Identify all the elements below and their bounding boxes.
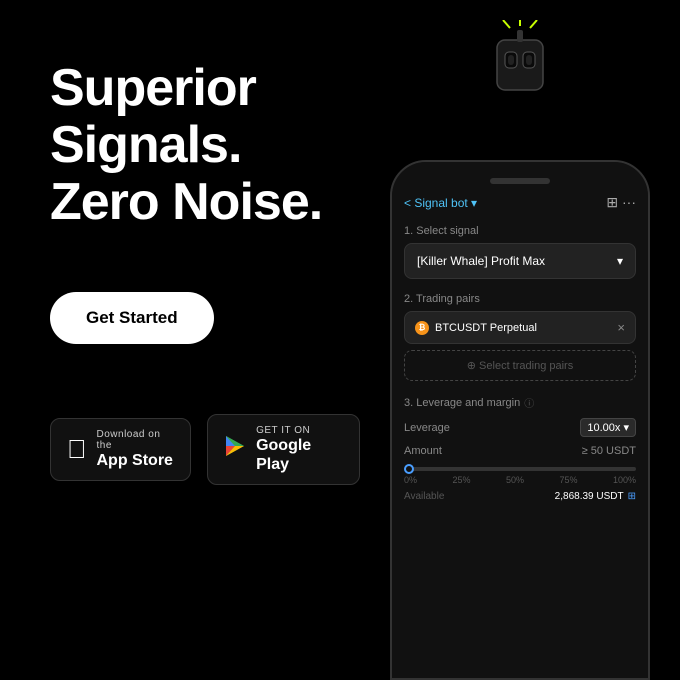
progress-bar[interactable]: 0% 25% 50% 75% 100% bbox=[404, 467, 636, 485]
progress-handle bbox=[404, 464, 414, 474]
remove-tag-button[interactable]: × bbox=[617, 320, 625, 335]
amount-label: Amount bbox=[404, 445, 442, 457]
appstore-sub: Download on the bbox=[97, 429, 175, 451]
right-panel: < Signal bot ▾ ⊞ ··· 1. Select signal [K… bbox=[360, 0, 680, 680]
phone-header: < Signal bot ▾ ⊞ ··· bbox=[404, 194, 636, 211]
get-started-button[interactable]: Get Started bbox=[50, 292, 214, 344]
left-panel: Superior Signals. Zero Noise. Get Starte… bbox=[0, 0, 360, 485]
info-icon: ⓘ bbox=[524, 395, 534, 410]
step1-chevron: ▾ bbox=[617, 254, 623, 268]
googleplay-main: Google Play bbox=[256, 436, 343, 474]
googleplay-badge[interactable]: GET IT ON Google Play bbox=[207, 414, 360, 485]
leverage-row: Leverage 10.00x ▾ bbox=[404, 418, 636, 437]
progress-50: 50% bbox=[506, 475, 524, 485]
progress-100: 100% bbox=[613, 475, 636, 485]
googleplay-sub: GET IT ON bbox=[256, 425, 343, 436]
phone-back-button[interactable]: < Signal bot ▾ bbox=[404, 196, 477, 210]
select-pairs-button[interactable]: ⊕ Select trading pairs bbox=[404, 350, 636, 381]
progress-75: 75% bbox=[559, 475, 577, 485]
appstore-badge[interactable]:  Download on the App Store bbox=[50, 418, 191, 481]
leverage-label: Leverage bbox=[404, 422, 450, 434]
available-row: Available 2,868.39 USDT ⊞ bbox=[404, 491, 636, 502]
phone-screen: < Signal bot ▾ ⊞ ··· 1. Select signal [K… bbox=[392, 162, 648, 678]
available-value: 2,868.39 USDT bbox=[555, 491, 624, 502]
step1-value: [Killer Whale] Profit Max bbox=[417, 254, 545, 268]
step3-label: 3. Leverage and margin ⓘ bbox=[404, 395, 636, 410]
headline: Superior Signals. Zero Noise. bbox=[50, 60, 360, 232]
available-label: Available bbox=[404, 491, 444, 502]
phone-header-icons[interactable]: ⊞ ··· bbox=[606, 194, 636, 211]
store-badges:  Download on the App Store bbox=[50, 414, 360, 485]
page-container: Superior Signals. Zero Noise. Get Starte… bbox=[0, 0, 680, 680]
btc-tag-label: BTCUSDT Perpetual bbox=[435, 322, 537, 334]
apple-icon:  bbox=[67, 434, 87, 465]
progress-0: 0% bbox=[404, 475, 417, 485]
btc-icon: ₿ bbox=[415, 321, 429, 335]
available-icon: ⊞ bbox=[628, 491, 636, 502]
step1-dropdown[interactable]: [Killer Whale] Profit Max ▾ bbox=[404, 243, 636, 279]
bot-mascot bbox=[475, 20, 565, 110]
phone-frame: < Signal bot ▾ ⊞ ··· 1. Select signal [K… bbox=[390, 160, 650, 680]
step1-label: 1. Select signal bbox=[404, 225, 636, 237]
leverage-dropdown[interactable]: 10.00x ▾ bbox=[580, 418, 636, 437]
googleplay-text: GET IT ON Google Play bbox=[256, 425, 343, 474]
btc-tag: ₿ BTCUSDT Perpetual × bbox=[415, 320, 625, 335]
step3-label-text: 3. Leverage and margin bbox=[404, 397, 520, 409]
amount-row: Amount ≥ 50 USDT bbox=[404, 445, 636, 457]
amount-value: ≥ 50 USDT bbox=[582, 445, 636, 457]
progress-track bbox=[404, 467, 636, 471]
headline-line2: Zero Noise. bbox=[50, 173, 322, 231]
googleplay-icon bbox=[224, 435, 246, 463]
step2-tag-row: ₿ BTCUSDT Perpetual × bbox=[404, 311, 636, 344]
appstore-text: Download on the App Store bbox=[97, 429, 175, 470]
step2-label: 2. Trading pairs bbox=[404, 293, 636, 305]
progress-labels: 0% 25% 50% 75% 100% bbox=[404, 475, 636, 485]
headline-line1: Superior Signals. bbox=[50, 59, 256, 174]
progress-25: 25% bbox=[452, 475, 470, 485]
appstore-main: App Store bbox=[97, 451, 175, 470]
